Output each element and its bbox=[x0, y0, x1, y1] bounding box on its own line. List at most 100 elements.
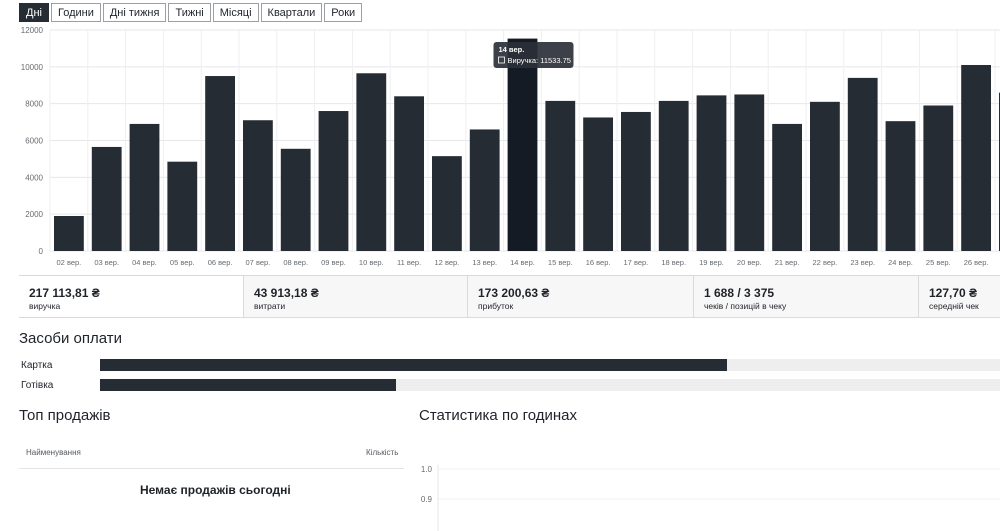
period-tabs: Дні Години Дні тижня Тижні Місяці Квартали Рок… bbox=[19, 3, 363, 22]
x-tick-label: 11 вер. bbox=[397, 258, 421, 267]
x-tick-label: 23 вер. bbox=[850, 258, 875, 267]
x-tick-label: 20 вер. bbox=[737, 258, 762, 267]
tab-2[interactable]: Дні тижня bbox=[102, 3, 167, 22]
x-tick-label: 06 вер. bbox=[208, 258, 233, 267]
stat-profit: 173 200,63 ₴ прибуток bbox=[468, 276, 694, 317]
x-tick-label: 05 вер. bbox=[170, 258, 195, 267]
x-tick-label: 24 вер. bbox=[888, 258, 913, 267]
y-tick-label: 4000 bbox=[25, 173, 43, 182]
y-tick-label: 2000 bbox=[25, 210, 43, 219]
payment-cash-bar bbox=[100, 379, 1000, 391]
top-sales-col-qty: Кількість bbox=[366, 448, 399, 457]
y-tick-label: 12000 bbox=[21, 26, 44, 35]
x-tick-label: 04 вер. bbox=[132, 258, 157, 267]
bar[interactable] bbox=[621, 111, 651, 252]
stat-value: 173 200,63 ₴ bbox=[478, 286, 550, 300]
bar[interactable] bbox=[432, 156, 462, 251]
stat-label: середній чек bbox=[929, 301, 979, 311]
tab-5[interactable]: Квартали bbox=[260, 3, 323, 22]
stat-expenses: 43 913,18 ₴ витрати bbox=[244, 276, 468, 317]
bar[interactable] bbox=[734, 94, 765, 251]
x-tick-label: 18 вер. bbox=[661, 258, 686, 267]
bar[interactable] bbox=[469, 129, 500, 251]
bar[interactable] bbox=[394, 96, 424, 251]
stat-label: чеків / позицій в чеку bbox=[704, 301, 787, 311]
stat-label: витрати bbox=[254, 301, 286, 311]
x-tick-label: 17 вер. bbox=[624, 258, 649, 267]
bar[interactable] bbox=[356, 73, 387, 251]
bar[interactable] bbox=[280, 148, 311, 251]
bar[interactable] bbox=[583, 117, 613, 252]
stats-row: 217 113,81 ₴ виручка 43 913,18 ₴ витрати… bbox=[19, 275, 1000, 318]
top-sales-divider bbox=[19, 468, 404, 469]
hourly-y-tick: 1.0 bbox=[421, 465, 433, 474]
revenue-bar-chart: 0 2000 4000 6000 8000 10000 12000 02 вер. 03 вер… bbox=[21, 26, 1000, 267]
bar[interactable] bbox=[129, 123, 160, 251]
stat-value: 1 688 / 3 375 bbox=[704, 286, 775, 300]
x-tick-label: 21 вер. bbox=[775, 258, 800, 267]
x-tick-label: 16 вер. bbox=[586, 258, 611, 267]
tooltip-title: 14 вер. bbox=[499, 45, 525, 54]
payment-cash-label: Готівка bbox=[21, 380, 54, 391]
x-tick-label: 19 вер. bbox=[699, 258, 724, 267]
tab-1[interactable]: Години bbox=[50, 3, 101, 22]
x-tick-label: 08 вер. bbox=[283, 258, 308, 267]
y-tick-label: 6000 bbox=[25, 137, 43, 146]
bar[interactable] bbox=[772, 123, 802, 251]
y-tick-label: 10000 bbox=[21, 63, 44, 72]
x-tick-label: 02 вер. bbox=[57, 258, 82, 267]
bar[interactable] bbox=[810, 101, 840, 251]
tab-3[interactable]: Тижні bbox=[168, 3, 211, 22]
payment-cash-fill bbox=[100, 379, 397, 391]
x-tick-label: 07 вер. bbox=[246, 258, 271, 267]
bar[interactable] bbox=[243, 120, 273, 251]
x-tick-label: 13 вер. bbox=[472, 258, 497, 267]
y-tick-label: 8000 bbox=[25, 100, 43, 109]
stat-revenue: 217 113,81 ₴ виручка bbox=[19, 276, 244, 317]
hourly-stats-title: Статистика по годинах bbox=[419, 407, 577, 424]
bar[interactable] bbox=[167, 161, 198, 251]
stat-value: 127,70 ₴ bbox=[929, 286, 978, 300]
hourly-chart: 1.0 0.9 bbox=[421, 465, 1000, 531]
stat-label: виручка bbox=[29, 301, 61, 311]
tab-6[interactable]: Роки bbox=[324, 3, 363, 22]
x-tick-label: 15 вер. bbox=[548, 258, 573, 267]
bar[interactable] bbox=[54, 216, 84, 251]
bar[interactable] bbox=[847, 77, 878, 251]
stat-value: 43 913,18 ₴ bbox=[254, 286, 319, 300]
bar[interactable] bbox=[885, 121, 916, 251]
bar[interactable] bbox=[545, 100, 576, 251]
bar[interactable] bbox=[923, 105, 954, 251]
x-tick-label: 25 вер. bbox=[926, 258, 951, 267]
payment-card-bar bbox=[100, 359, 1000, 371]
payments-title: Засоби оплати bbox=[19, 330, 123, 347]
bar[interactable] bbox=[91, 146, 122, 251]
x-tick-label: 10 вер. bbox=[359, 258, 384, 267]
x-tick-label: 09 вер. bbox=[321, 258, 346, 267]
top-sales-title: Топ продажів bbox=[19, 407, 111, 424]
tab-4[interactable]: Місяці bbox=[212, 3, 259, 22]
bar[interactable] bbox=[696, 95, 727, 251]
hourly-y-tick: 0.9 bbox=[421, 495, 433, 504]
x-tick-label: 12 вер. bbox=[435, 258, 460, 267]
stat-average-check: 127,70 ₴ середній чек bbox=[919, 276, 1000, 317]
tab-0[interactable]: Дні bbox=[19, 3, 49, 22]
payment-card-fill bbox=[100, 359, 728, 371]
x-tick-label: 26 вер. bbox=[964, 258, 989, 267]
tooltip-label: Виручка: 11533.75 bbox=[508, 56, 571, 65]
stat-label: прибуток bbox=[478, 301, 514, 311]
stat-value: 217 113,81 ₴ bbox=[29, 286, 100, 300]
bar[interactable] bbox=[658, 100, 689, 251]
x-tick-label: 03 вер. bbox=[94, 258, 119, 267]
top-sales-empty-message: Немає продажів сьогодні bbox=[140, 483, 291, 497]
bar[interactable] bbox=[318, 111, 349, 252]
stat-checks: 1 688 / 3 375 чеків / позицій в чеку bbox=[694, 276, 919, 317]
bar[interactable] bbox=[961, 64, 991, 251]
payment-card-label: Картка bbox=[21, 360, 53, 371]
bar[interactable] bbox=[507, 38, 538, 252]
y-tick-label: 0 bbox=[39, 247, 44, 256]
bar[interactable] bbox=[205, 76, 235, 251]
x-tick-label: 14 вер. bbox=[510, 258, 535, 267]
top-sales-col-name: Найменування bbox=[26, 448, 81, 457]
x-tick-label: 22 вер. bbox=[813, 258, 838, 267]
